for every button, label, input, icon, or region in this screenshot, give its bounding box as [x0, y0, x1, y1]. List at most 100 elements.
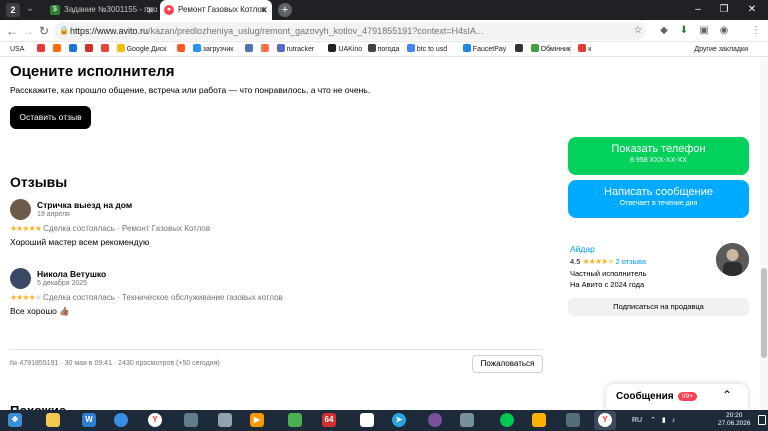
close-window-icon[interactable]: ✕ — [742, 0, 762, 20]
bookmark-favicon-icon — [244, 44, 253, 52]
seller-reviews-link[interactable]: 2 отзыва — [615, 257, 646, 266]
bookmark-favicon-icon — [578, 44, 587, 52]
bookmark-item[interactable] — [244, 42, 255, 56]
volume-icon[interactable]: ♪ — [672, 417, 676, 424]
review-deal: Сделка состоялась · Техническое обслужив… — [43, 293, 283, 302]
bookmark-label: погода — [377, 46, 400, 53]
bookmark-favicon-icon — [462, 44, 471, 52]
app-icon[interactable] — [456, 411, 478, 430]
yandex-browser-active-icon[interactable]: Y — [594, 411, 616, 430]
bookmark-item[interactable]: FaucetPay — [462, 42, 506, 56]
bookmark-item[interactable] — [68, 42, 79, 56]
leave-review-button[interactable]: Оставить отзыв — [10, 106, 91, 129]
app-icon[interactable] — [528, 411, 550, 430]
viber-icon[interactable] — [424, 411, 446, 430]
back-icon[interactable]: ← — [4, 23, 20, 39]
tab-task[interactable]: $ Задание №3001155 - про ✕ — [46, 0, 158, 20]
avatar[interactable] — [10, 268, 31, 289]
extensions-puzzle-icon[interactable]: ▣ — [696, 23, 712, 39]
scrollbar[interactable] — [760, 58, 768, 410]
bookmark-item[interactable]: btc to usd — [406, 42, 447, 56]
tab-search-icon[interactable]: ⌄ — [26, 3, 34, 14]
bookmark-item[interactable]: rutracker — [276, 42, 315, 56]
minimize-icon[interactable]: – — [688, 0, 708, 20]
extension-icon[interactable]: ◆ — [656, 23, 672, 39]
close-tab-icon[interactable]: ✕ — [146, 0, 154, 20]
reload-icon[interactable]: ↻ — [36, 23, 52, 39]
bookmark-item[interactable] — [176, 42, 187, 56]
tray-up-icon[interactable]: ⌃ — [650, 417, 656, 424]
bookmark-item[interactable]: погода — [367, 42, 400, 56]
chevron-up-icon[interactable]: ⌃ — [722, 388, 732, 402]
app-64-icon[interactable]: 64 — [318, 411, 340, 430]
seller-avatar[interactable] — [716, 243, 749, 276]
subscribe-button[interactable]: Подписаться на продавца — [568, 298, 749, 316]
show-phone-button[interactable]: Показать телефон 8 958 XXX-XX-XX — [568, 137, 749, 175]
tab-label: Ремонт Газовых Котлов — [178, 5, 267, 14]
bookmark-item[interactable]: USA — [10, 42, 24, 56]
notifications-icon[interactable] — [758, 415, 766, 425]
tab-avito[interactable]: ● Ремонт Газовых Котлов ✕ — [160, 0, 272, 20]
app-icon[interactable] — [496, 411, 518, 430]
phone-number: 8 958 XXX-XX-XX — [630, 157, 687, 164]
scroll-thumb[interactable] — [761, 268, 767, 358]
tab-count-badge[interactable]: 2 — [6, 3, 20, 17]
menu-icon[interactable]: ⋮ — [748, 23, 764, 39]
language-indicator[interactable]: RU — [632, 417, 642, 424]
profile-icon[interactable]: ◉ — [716, 23, 732, 39]
other-bookmarks[interactable]: Другие закладки — [694, 42, 748, 56]
bookmark-item[interactable] — [84, 42, 95, 56]
messenger-widget[interactable]: Сообщения 99+ ⌃ — [606, 384, 748, 410]
bookmark-item[interactable] — [36, 42, 47, 56]
close-tab-icon[interactable]: ✕ — [260, 0, 268, 20]
bookmark-item[interactable] — [260, 42, 271, 56]
bookmark-item[interactable] — [100, 42, 111, 56]
download-icon[interactable]: ⬇ — [676, 23, 692, 39]
report-button[interactable]: Пожаловаться — [472, 355, 543, 373]
bookmark-favicon-icon — [367, 44, 376, 52]
bookmark-favicon-icon — [36, 44, 45, 52]
telegram-icon[interactable]: ➤ — [388, 411, 410, 430]
bookmark-star-icon[interactable]: ☆ — [630, 23, 646, 39]
address-bar: ← → ↻ 🔒 https://www.avito.ru/kazan/predl… — [0, 20, 768, 42]
bookmark-item[interactable] — [52, 42, 63, 56]
bookmark-favicon-icon — [260, 44, 269, 52]
seller-name[interactable]: Айдар — [570, 244, 595, 254]
player-icon[interactable]: ▶ — [246, 411, 268, 430]
lock-icon[interactable]: 🔒 — [59, 22, 69, 40]
divider — [10, 349, 542, 350]
app-icon[interactable] — [562, 411, 584, 430]
avito-favicon-icon: ● — [164, 5, 174, 15]
url-input[interactable]: 🔒 https://www.avito.ru/kazan/predlozheni… — [54, 22, 646, 40]
bookmark-item[interactable]: загрузчик — [192, 42, 233, 56]
bookmark-item[interactable]: Google Диск — [116, 42, 166, 56]
new-tab-icon[interactable]: + — [278, 3, 292, 17]
globe-icon[interactable] — [110, 411, 132, 430]
network-icon[interactable]: ▮ — [662, 417, 666, 424]
review-author[interactable]: Стричка выезд на дом — [37, 200, 132, 210]
app-icon[interactable] — [284, 411, 306, 430]
clock-date: 27.06.2026 — [718, 420, 751, 427]
bookmark-label: rutracker — [286, 46, 315, 53]
bookmark-item[interactable]: Обмінник — [530, 42, 571, 56]
bookmark-item[interactable]: UAKino — [328, 42, 362, 56]
avatar[interactable] — [10, 199, 31, 220]
review-author[interactable]: Никола Ветушко — [37, 269, 106, 279]
system-tray: RU ⌃ ▮ ♪ — [632, 410, 675, 431]
maximize-icon[interactable]: ❐ — [714, 0, 734, 20]
bookmark-item[interactable]: к — [578, 42, 591, 56]
explorer-icon[interactable] — [42, 411, 64, 430]
app-icon[interactable] — [214, 411, 236, 430]
media-icon[interactable] — [180, 411, 202, 430]
bookmark-label: Обмінник — [540, 46, 571, 53]
write-message-button[interactable]: Написать сообщение Отвечает в течение дн… — [568, 180, 749, 218]
app-w-icon[interactable]: W — [78, 411, 100, 430]
review-date: 19 апреля — [37, 211, 70, 218]
app-icon[interactable] — [356, 411, 378, 430]
yandex-browser-icon[interactable]: Y — [144, 411, 166, 430]
bookmark-item[interactable] — [514, 42, 525, 56]
start-icon[interactable]: ❖ — [4, 411, 26, 430]
clock[interactable]: 20:20 27.06.2026 — [718, 412, 751, 428]
bookmark-favicon-icon — [328, 44, 337, 52]
forward-icon[interactable]: → — [20, 23, 36, 39]
